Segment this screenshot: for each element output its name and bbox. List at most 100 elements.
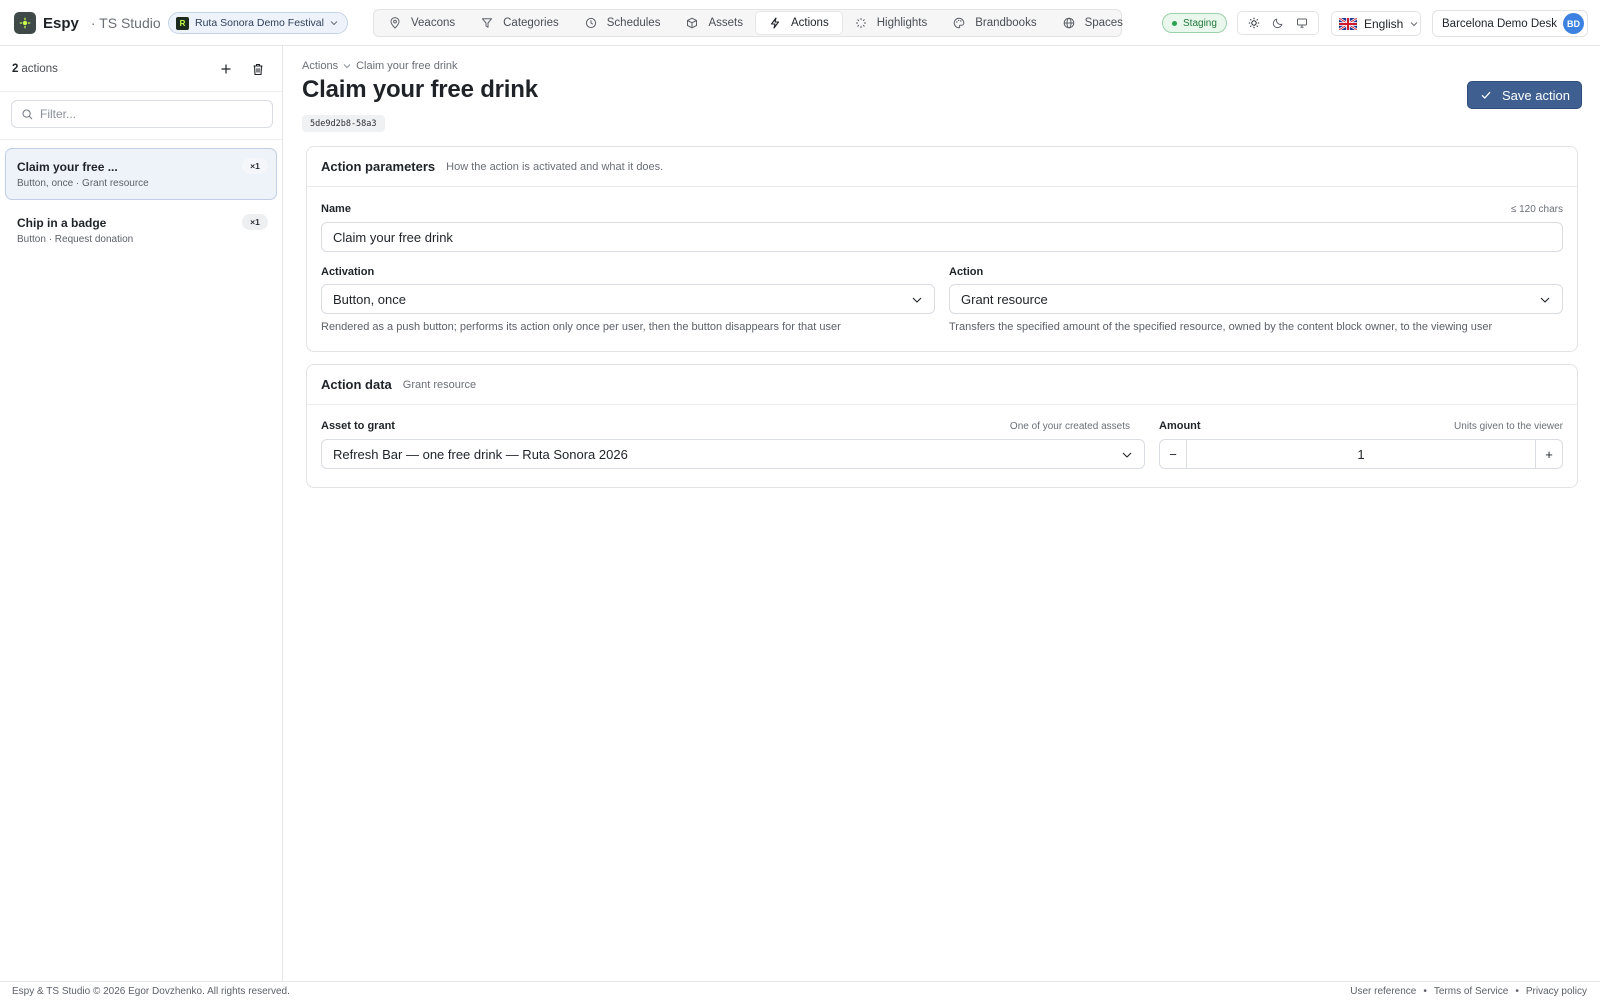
project-name: Ruta Sonora Demo Festival bbox=[195, 17, 324, 29]
action-help: Transfers the specified amount of the sp… bbox=[949, 321, 1493, 333]
filter-container bbox=[0, 92, 282, 140]
tab-schedules[interactable]: Schedules bbox=[572, 12, 674, 34]
tab-spaces[interactable]: Spaces bbox=[1050, 12, 1136, 34]
tab-label: Spaces bbox=[1084, 17, 1123, 29]
privacy-link[interactable]: Privacy policy bbox=[1526, 986, 1587, 997]
asset-label: Asset to grant bbox=[321, 420, 395, 432]
sparkle-icon bbox=[855, 17, 867, 29]
list-item-subtitle: Button · Request donation bbox=[17, 234, 134, 245]
dark-theme-button[interactable] bbox=[1267, 14, 1289, 32]
clock-icon bbox=[585, 17, 597, 29]
map-pin-icon bbox=[389, 17, 401, 29]
theme-switcher bbox=[1237, 11, 1319, 35]
user-menu[interactable]: Barcelona Demo Desk BD bbox=[1432, 10, 1588, 37]
tab-brandbooks[interactable]: Brandbooks bbox=[940, 12, 1049, 34]
chevron-down-icon bbox=[911, 294, 923, 306]
chevron-down-icon bbox=[1121, 449, 1133, 461]
copyright: Espy & TS Studio © 2026 Egor Dovzhenko. … bbox=[12, 986, 290, 997]
list-item-chip-in-badge[interactable]: Chip in a badge Button · Request donatio… bbox=[5, 204, 277, 256]
action-label: Action bbox=[949, 266, 984, 278]
card-header: Action parameters How the action is acti… bbox=[307, 147, 1577, 187]
tab-categories[interactable]: Categories bbox=[468, 12, 572, 34]
tab-label: Categories bbox=[503, 17, 559, 29]
app-subtitle: · TS Studio bbox=[90, 15, 161, 31]
action-select[interactable]: Grant resource bbox=[949, 284, 1563, 314]
globe-icon bbox=[1063, 17, 1075, 29]
card-description: How the action is activated and what it … bbox=[446, 160, 664, 173]
list-item-title: Claim your free ... bbox=[17, 160, 118, 174]
asset-hint: One of your created assets bbox=[1009, 421, 1130, 432]
language-label: English bbox=[1364, 16, 1404, 31]
tab-label: Assets bbox=[708, 17, 743, 29]
filter-icon bbox=[481, 17, 493, 29]
monitor-icon bbox=[1296, 17, 1308, 29]
page-title: Claim your free drink bbox=[302, 76, 538, 103]
activation-select[interactable]: Button, once bbox=[321, 284, 935, 314]
amount-hint: Units given to the viewer bbox=[1454, 421, 1563, 432]
chevron-down-icon bbox=[343, 62, 351, 70]
tab-label: Actions bbox=[790, 17, 829, 29]
increment-button[interactable]: + bbox=[1535, 440, 1562, 468]
sidebar-header: 2 actions bbox=[0, 46, 282, 92]
moon-icon bbox=[1272, 17, 1284, 29]
list-item-claim-free-drink[interactable]: Claim your free ... Button, once · Grant… bbox=[5, 148, 277, 200]
add-action-button[interactable] bbox=[217, 60, 235, 78]
chevron-down-icon bbox=[1410, 20, 1418, 28]
amount-stepper: − 1 + bbox=[1159, 439, 1563, 469]
actions-count-label: actions bbox=[21, 62, 58, 75]
amount-value[interactable]: 1 bbox=[1187, 440, 1535, 468]
uk-flag-icon bbox=[1339, 17, 1357, 30]
delete-action-button[interactable] bbox=[249, 60, 267, 78]
chevron-down-icon bbox=[1539, 294, 1551, 306]
user-reference-link[interactable]: User reference bbox=[1350, 986, 1416, 997]
brand[interactable]: Espy · TS Studio bbox=[14, 12, 161, 34]
separator: • bbox=[1423, 986, 1427, 997]
actions-count: 2 bbox=[12, 62, 19, 75]
app-name: Espy bbox=[43, 14, 79, 32]
language-selector[interactable]: English bbox=[1331, 11, 1421, 36]
usage-badge: ×1 bbox=[242, 214, 268, 230]
status-dot-icon bbox=[1172, 20, 1177, 26]
avatar: BD bbox=[1563, 13, 1584, 34]
card-title: Action parameters bbox=[321, 159, 436, 174]
sun-icon bbox=[1248, 17, 1260, 29]
asset-select[interactable]: Refresh Bar — one free drink — Ruta Sono… bbox=[321, 439, 1145, 469]
separator: • bbox=[1515, 986, 1519, 997]
filter-input[interactable] bbox=[40, 107, 260, 121]
breadcrumb-current: Claim your free drink bbox=[356, 60, 458, 72]
project-switcher[interactable]: R Ruta Sonora Demo Festival bbox=[168, 12, 348, 34]
tab-actions[interactable]: Actions bbox=[755, 12, 842, 34]
tab-label: Highlights bbox=[876, 17, 928, 29]
decrement-button[interactable]: − bbox=[1160, 440, 1187, 468]
environment-badge: Staging bbox=[1162, 13, 1227, 33]
footer-links: User reference • Terms of Service • Priv… bbox=[1350, 986, 1587, 997]
filter-box bbox=[11, 100, 273, 128]
tab-label: Schedules bbox=[606, 17, 661, 29]
espy-logo-icon bbox=[14, 12, 36, 34]
search-icon bbox=[22, 108, 33, 120]
list-item-subtitle: Button, once · Grant resource bbox=[17, 178, 149, 189]
chevron-down-icon bbox=[330, 19, 338, 27]
tab-assets[interactable]: Assets bbox=[673, 12, 756, 34]
breadcrumb: Actions Claim your free drink bbox=[302, 60, 458, 72]
system-theme-button[interactable] bbox=[1291, 14, 1313, 32]
tab-highlights[interactable]: Highlights bbox=[842, 12, 941, 34]
check-icon bbox=[1480, 89, 1492, 101]
save-action-button[interactable]: Save action bbox=[1467, 81, 1582, 109]
activation-value: Button, once bbox=[333, 291, 406, 307]
action-id-badge: 5de9d2b8-58a3 bbox=[302, 115, 385, 132]
name-input[interactable]: Claim your free drink bbox=[321, 222, 1563, 252]
name-label: Name bbox=[321, 203, 351, 215]
breadcrumb-parent[interactable]: Actions bbox=[302, 60, 338, 72]
light-theme-button[interactable] bbox=[1243, 14, 1265, 32]
action-parameters-card: Action parameters How the action is acti… bbox=[306, 146, 1578, 352]
top-bar: Espy · TS Studio R Ruta Sonora Demo Fest… bbox=[0, 0, 1600, 46]
tab-veacons[interactable]: Veacons bbox=[376, 12, 468, 34]
main-content: Actions Claim your free drink Claim your… bbox=[284, 46, 1600, 981]
main-nav: Veacons Categories Schedules Assets Acti… bbox=[373, 9, 1123, 37]
bolt-icon bbox=[769, 17, 781, 29]
card-title: Action data bbox=[321, 377, 392, 392]
palette-icon bbox=[953, 17, 965, 29]
terms-link[interactable]: Terms of Service bbox=[1434, 986, 1508, 997]
actions-list: Claim your free ... Button, once · Grant… bbox=[0, 140, 282, 256]
